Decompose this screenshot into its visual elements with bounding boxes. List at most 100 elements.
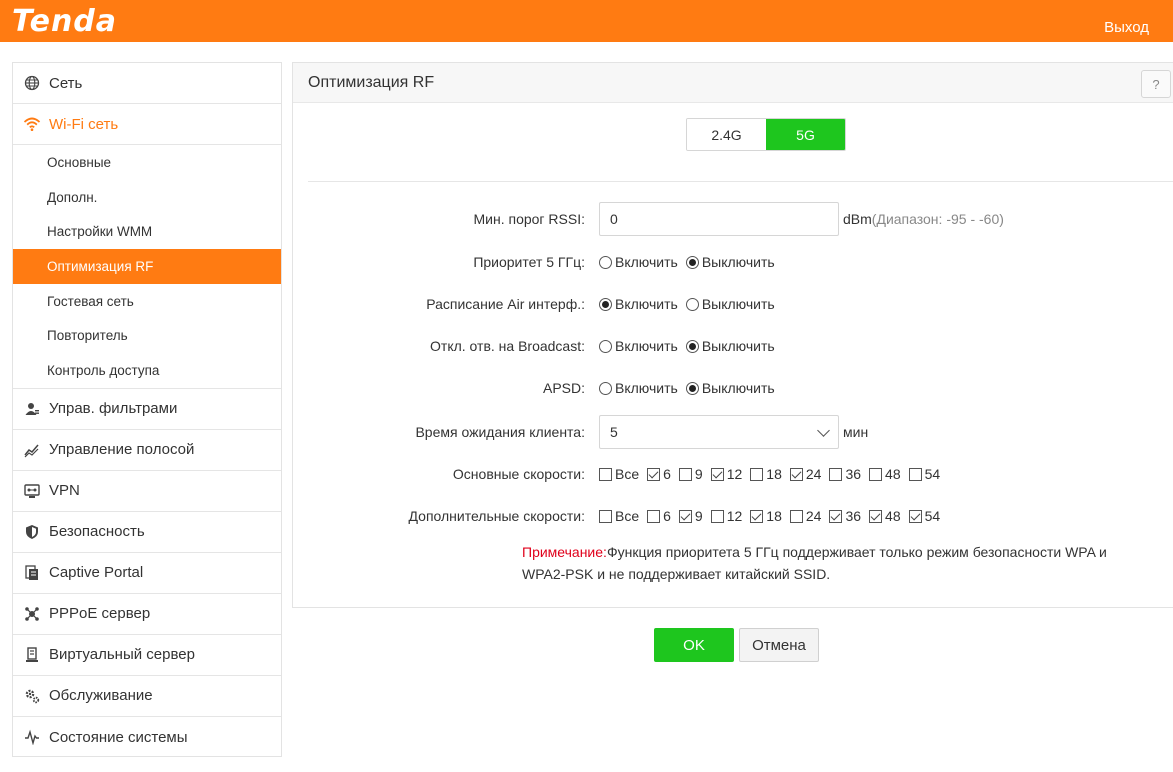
checkbox-label: 54	[924, 466, 941, 482]
broadcast-enable-radio[interactable]: Включить	[599, 338, 678, 354]
checkbox-box	[710, 509, 724, 523]
basic-rate-checkbox[interactable]: 12	[710, 466, 742, 482]
extra-rate-checkbox[interactable]: 24	[789, 508, 822, 524]
checkbox-box	[710, 467, 724, 481]
checkbox-label: 36	[845, 508, 862, 524]
sidebar-item-label: Wi-Fi сеть	[49, 115, 119, 133]
prio5-enable-radio[interactable]: Включить	[599, 254, 678, 270]
basic-rate-checkbox[interactable]: 6	[647, 466, 671, 482]
broadcast-disable-radio[interactable]: Выключить	[685, 338, 775, 354]
basic-rate-checkbox[interactable]: 24	[789, 466, 822, 482]
sidebar-item-vpn[interactable]: VPN	[13, 471, 281, 512]
band-2-4g-button[interactable]: 2.4G	[687, 119, 766, 150]
sidebar-item-label: Сеть	[49, 74, 83, 92]
sidebar-item-maintenance[interactable]: Обслуживание	[13, 676, 281, 717]
airtime-row: Расписание Air интерф.: Включить Выключи…	[293, 296, 783, 312]
prio5-disable-radio[interactable]: Выключить	[685, 254, 775, 270]
extra-rate-checkbox[interactable]: Все	[599, 508, 639, 524]
sidebar-item-captive-portal[interactable]: Captive Portal	[13, 553, 281, 594]
apsd-enable-radio[interactable]: Включить	[599, 380, 678, 396]
broadcast-radio-group: Включить Выключить	[599, 338, 783, 354]
rssi-input[interactable]	[599, 202, 839, 236]
pulse-icon	[23, 728, 41, 746]
wifi-submenu: Основные Дополн. Настройки WMM Оптимизац…	[13, 145, 281, 389]
extra-rate-checkbox[interactable]: 6	[647, 508, 671, 524]
extra-rate-checkbox[interactable]: 9	[678, 508, 703, 524]
basic-rate-checkbox[interactable]: 48	[869, 466, 901, 482]
submenu-guest-network[interactable]: Гостевая сеть	[13, 284, 281, 319]
note-line-1: Функция приоритета 5 ГГц поддерживает то…	[606, 544, 1107, 560]
basic-rate-checkbox[interactable]: 9	[678, 466, 703, 482]
checkbox-box	[829, 467, 843, 481]
checkbox-label: 54	[924, 508, 941, 524]
ok-button[interactable]: OK	[654, 628, 734, 662]
cancel-button[interactable]: Отмена	[739, 628, 819, 662]
sidebar-item-wifi[interactable]: Wi-Fi сеть	[13, 104, 281, 145]
sidebar-item-security[interactable]: Безопасность	[13, 512, 281, 553]
band-5g-button[interactable]: 5G	[766, 119, 845, 150]
timeout-select[interactable]: 5	[599, 415, 839, 449]
sidebar-item-network[interactable]: Сеть	[13, 63, 281, 104]
gear-icon	[23, 687, 41, 705]
submenu-rf-optimization[interactable]: Оптимизация RF	[13, 249, 281, 284]
checkbox-label: 24	[805, 466, 822, 482]
submenu-wmm[interactable]: Настройки WMM	[13, 214, 281, 249]
captive-portal-icon	[23, 564, 41, 582]
checkbox-box	[647, 467, 661, 481]
basic-rate-checkbox[interactable]: 36	[829, 466, 861, 482]
extra-rates-group: Все 6 9 12 18 24 36 48 54	[599, 508, 948, 524]
sidebar-item-pppoe[interactable]: PPPoE сервер	[13, 594, 281, 635]
broadcast-row: Откл. отв. на Broadcast: Включить Выключ…	[293, 338, 783, 354]
extra-rate-checkbox[interactable]: 54	[908, 508, 941, 524]
shield-icon	[23, 523, 41, 541]
note-prefix: Примечание:	[522, 544, 607, 560]
basic-rate-checkbox[interactable]: 54	[908, 466, 941, 482]
submenu-basic[interactable]: Основные	[13, 145, 281, 180]
extra-rate-checkbox[interactable]: 48	[869, 508, 901, 524]
note-text: Примечание:Функция приоритета 5 ГГц подд…	[522, 541, 1172, 585]
submenu-advanced[interactable]: Дополн.	[13, 180, 281, 215]
sidebar-item-virtual-server[interactable]: Виртуальный сервер	[13, 635, 281, 676]
sidebar-item-bandwidth[interactable]: Управление полосой	[13, 430, 281, 471]
airtime-disable-radio[interactable]: Выключить	[685, 296, 775, 312]
apsd-disable-radio[interactable]: Выключить	[685, 380, 775, 396]
submenu-repeater[interactable]: Повторитель	[13, 318, 281, 353]
logout-link[interactable]: Выход	[1104, 19, 1149, 36]
rf-optimization-panel: Оптимизация RF ? 2.4G 5G Мин. порог RSSI…	[292, 62, 1173, 608]
basic-rate-checkbox[interactable]: Все	[599, 466, 639, 482]
help-button[interactable]: ?	[1141, 70, 1171, 98]
basic-rate-checkbox[interactable]: 18	[750, 466, 782, 482]
prio5-label: Приоритет 5 ГГц:	[473, 254, 585, 270]
checkbox-box	[750, 467, 764, 481]
extra-rate-checkbox[interactable]: 36	[829, 508, 861, 524]
checkbox-label: 24	[805, 508, 822, 524]
checkbox-label: Все	[615, 508, 640, 524]
page-title: Оптимизация RF	[308, 73, 435, 91]
user-filter-icon	[23, 400, 41, 418]
timeout-value: 5	[610, 424, 618, 440]
extra-rates-row: Дополнительные скорости: Все 6 9 12 18 24 36 48…	[293, 508, 948, 524]
extra-rate-checkbox[interactable]: 18	[750, 508, 782, 524]
checkbox-box	[678, 509, 692, 523]
sidebar-item-system-status[interactable]: Состояние системы	[13, 717, 281, 758]
panel-header: Оптимизация RF	[293, 63, 1173, 103]
checkbox-label: 6	[663, 508, 671, 524]
airtime-enable-radio[interactable]: Включить	[599, 296, 678, 312]
timeout-row: Время ожидания клиента: 5 мин	[293, 415, 868, 449]
checkbox-label: 9	[694, 508, 703, 524]
tenda-logo: Tenda	[12, 4, 118, 39]
chevron-down-icon	[817, 423, 830, 437]
submenu-access-control[interactable]: Контроль доступа	[13, 353, 281, 388]
sidebar-item-filters[interactable]: Управ. фильтрами	[13, 389, 281, 430]
checkbox-box	[750, 509, 764, 523]
wifi-icon	[23, 115, 41, 133]
sidebar-item-label: Состояние системы	[49, 728, 188, 746]
globe-icon	[23, 74, 41, 92]
sidebar-item-label: Управ. фильтрами	[49, 400, 178, 418]
bandwidth-icon	[23, 441, 41, 459]
timeout-label: Время ожидания клиента:	[415, 424, 585, 440]
extra-rate-checkbox[interactable]: 12	[710, 508, 742, 524]
rssi-row: Мин. порог RSSI: dBm (Диапазон: -95 - -6…	[293, 202, 1004, 236]
divider	[308, 181, 1173, 182]
apsd-row: APSD: Включить Выключить	[293, 380, 783, 396]
